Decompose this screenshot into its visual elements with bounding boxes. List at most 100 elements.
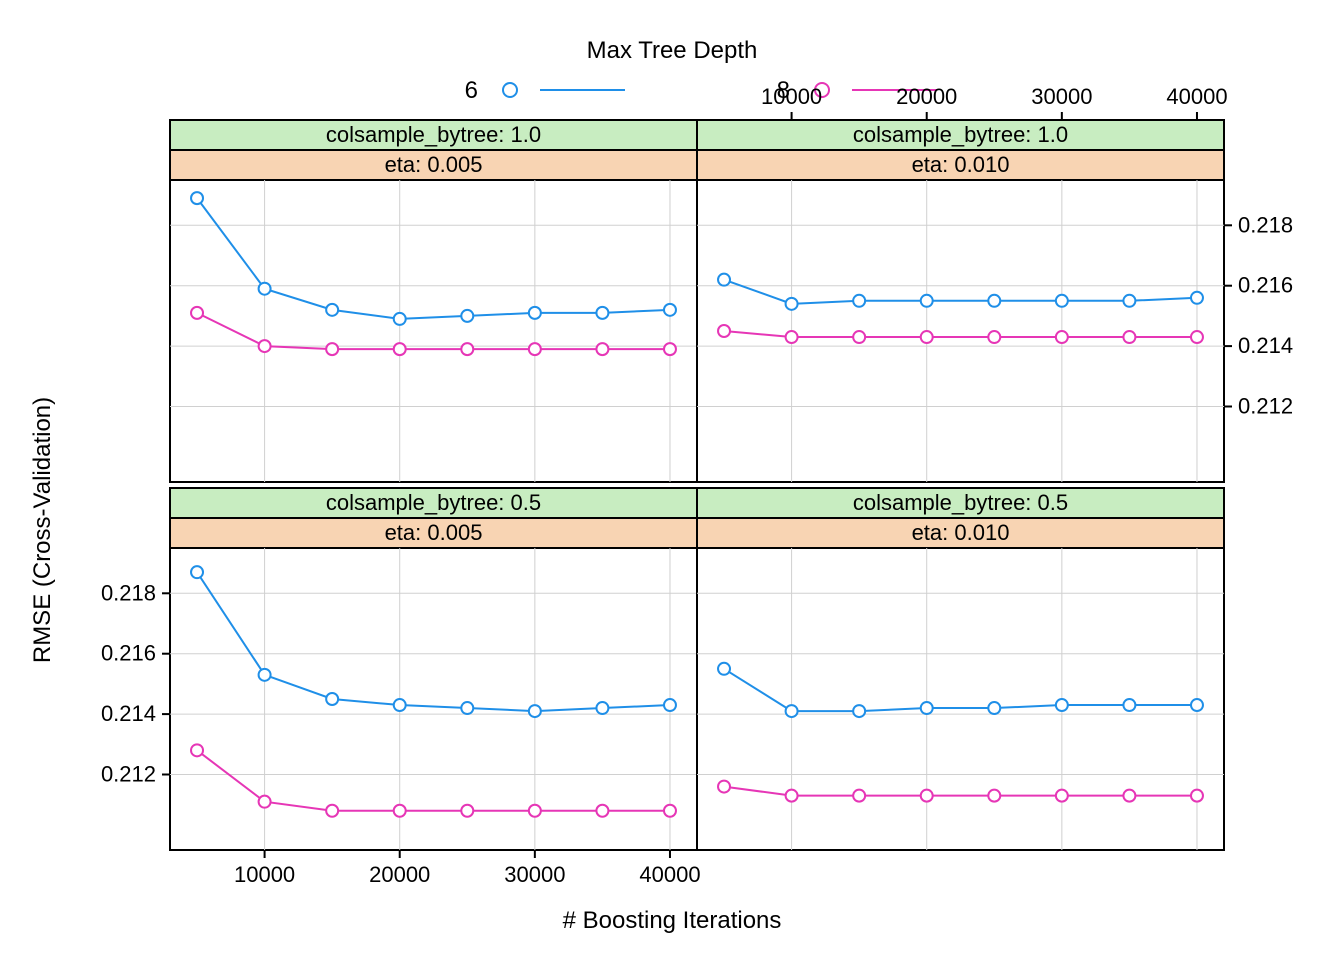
series-point-6 [259, 669, 271, 681]
series-point-8 [461, 805, 473, 817]
series-point-8 [1056, 331, 1068, 343]
x-axis-label: # Boosting Iterations [563, 907, 782, 934]
series-point-6 [1056, 699, 1068, 711]
panel: colsample_bytree: 1.0 eta: 0.005 [170, 120, 697, 482]
series-point-8 [853, 331, 865, 343]
series-point-8 [718, 325, 730, 337]
series-point-6 [664, 699, 676, 711]
series-point-8 [529, 343, 541, 355]
panel: colsample_bytree: 0.5 eta: 0.010 [697, 488, 1224, 850]
series-point-6 [259, 283, 271, 295]
series-point-8 [853, 790, 865, 802]
series-point-8 [259, 340, 271, 352]
strip-colsample-label: colsample_bytree: 0.5 [326, 490, 541, 515]
series-point-6 [988, 295, 1000, 307]
strip-eta-label: eta: 0.005 [385, 520, 483, 545]
x-tick-label: 10000 [761, 84, 822, 109]
y-tick-label: 0.218 [1238, 212, 1293, 237]
y-tick-label: 0.214 [1238, 333, 1293, 358]
series-point-6 [596, 702, 608, 714]
panel: colsample_bytree: 0.5 eta: 0.005 10000 2000… [101, 488, 701, 887]
panels-group: colsample_bytree: 1.0eta: 0.005colsample… [101, 84, 1293, 887]
series-point-6 [1123, 699, 1135, 711]
series-point-6 [394, 699, 406, 711]
x-tick-label: 20000 [896, 84, 957, 109]
series-point-6 [1056, 295, 1068, 307]
series-point-6 [664, 304, 676, 316]
series-point-8 [394, 805, 406, 817]
series-point-6 [853, 295, 865, 307]
series-point-8 [259, 796, 271, 808]
panel: colsample_bytree: 1.0 eta: 0.010 10000 2000… [697, 84, 1293, 482]
series-point-8 [988, 790, 1000, 802]
y-tick-label: 0.212 [101, 762, 156, 787]
series-point-8 [461, 343, 473, 355]
series-point-8 [326, 805, 338, 817]
series-point-8 [664, 343, 676, 355]
series-point-6 [326, 693, 338, 705]
series-point-6 [988, 702, 1000, 714]
series-point-6 [853, 705, 865, 717]
strip-colsample-label: colsample_bytree: 1.0 [326, 122, 541, 147]
series-point-8 [326, 343, 338, 355]
series-point-8 [394, 343, 406, 355]
series-point-6 [191, 566, 203, 578]
series-point-6 [461, 702, 473, 714]
series-point-8 [1191, 331, 1203, 343]
series-point-8 [718, 781, 730, 793]
x-tick-label: 20000 [369, 862, 430, 887]
legend-title: Max Tree Depth [587, 37, 758, 64]
x-tick-label: 30000 [504, 862, 565, 887]
series-point-8 [664, 805, 676, 817]
series-point-6 [596, 307, 608, 319]
series-point-8 [1123, 790, 1135, 802]
strip-eta-label: eta: 0.010 [912, 152, 1010, 177]
series-point-6 [921, 702, 933, 714]
series-point-8 [1056, 790, 1068, 802]
y-tick-label: 0.216 [1238, 273, 1293, 298]
series-point-6 [921, 295, 933, 307]
strip-colsample-label: colsample_bytree: 1.0 [853, 122, 1068, 147]
series-point-6 [1191, 699, 1203, 711]
series-point-8 [786, 790, 798, 802]
lattice-chart: Max Tree Depth 6 8 # Boosting Iterations… [20, 20, 1324, 940]
series-point-8 [921, 790, 933, 802]
y-tick-label: 0.214 [101, 701, 156, 726]
series-point-8 [1123, 331, 1135, 343]
series-point-8 [596, 343, 608, 355]
series-point-6 [529, 307, 541, 319]
legend-marker-6 [503, 83, 517, 97]
series-point-8 [921, 331, 933, 343]
series-point-6 [326, 304, 338, 316]
series-point-6 [191, 192, 203, 204]
series-point-6 [786, 705, 798, 717]
series-point-6 [718, 663, 730, 675]
y-axis-label: RMSE (Cross-Validation) [29, 397, 56, 663]
series-point-6 [529, 705, 541, 717]
legend-label-6: 6 [465, 77, 478, 104]
y-tick-label: 0.218 [101, 580, 156, 605]
x-tick-label: 40000 [639, 862, 700, 887]
strip-colsample-label: colsample_bytree: 0.5 [853, 490, 1068, 515]
legend-entry-6: 6 [465, 77, 625, 104]
series-point-8 [529, 805, 541, 817]
series-point-8 [786, 331, 798, 343]
x-tick-label: 30000 [1031, 84, 1092, 109]
series-point-6 [461, 310, 473, 322]
y-tick-label: 0.212 [1238, 394, 1293, 419]
y-tick-label: 0.216 [101, 641, 156, 666]
series-point-8 [1191, 790, 1203, 802]
strip-eta-label: eta: 0.010 [912, 520, 1010, 545]
strip-eta-label: eta: 0.005 [385, 152, 483, 177]
series-point-6 [1123, 295, 1135, 307]
series-point-6 [786, 298, 798, 310]
series-point-8 [191, 307, 203, 319]
x-tick-label: 40000 [1166, 84, 1227, 109]
series-point-6 [394, 313, 406, 325]
x-tick-label: 10000 [234, 862, 295, 887]
series-point-8 [596, 805, 608, 817]
series-point-8 [191, 744, 203, 756]
series-point-6 [1191, 292, 1203, 304]
series-point-6 [718, 274, 730, 286]
series-point-8 [988, 331, 1000, 343]
